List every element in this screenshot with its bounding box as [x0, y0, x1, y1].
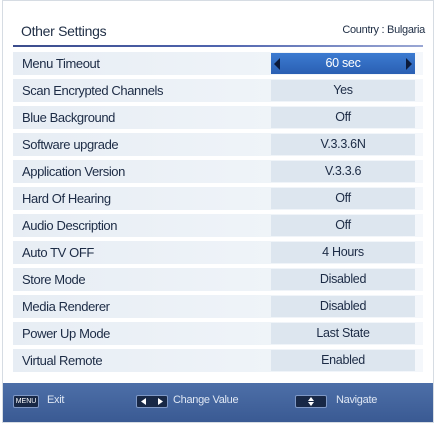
setting-value-text: 60 sec	[325, 56, 361, 70]
setting-label: Virtual Remote	[22, 353, 103, 368]
settings-panel: Other Settings Country : Bulgaria Menu T…	[2, 0, 434, 423]
setting-label: Power Up Mode	[22, 326, 111, 341]
setting-value[interactable]: Last State	[271, 323, 415, 344]
setting-row-auto-tv-off[interactable]: Auto TV OFF 4 Hours	[13, 241, 423, 264]
arrow-left-icon[interactable]	[274, 58, 280, 70]
setting-label: Software upgrade	[22, 137, 119, 152]
menu-key-icon: MENU	[13, 395, 39, 408]
setting-value[interactable]: Disabled	[271, 269, 415, 290]
setting-label: Scan Encrypted Channels	[22, 83, 164, 98]
setting-row-power-up-mode[interactable]: Power Up Mode Last State	[13, 322, 423, 345]
setting-row-menu-timeout[interactable]: Menu Timeout 60 sec	[13, 52, 423, 75]
setting-label: Auto TV OFF	[22, 245, 94, 260]
setting-row-store-mode[interactable]: Store Mode Disabled	[13, 268, 423, 291]
settings-list: Menu Timeout 60 sec Scan Encrypted Chann…	[13, 52, 423, 376]
arrow-right-icon[interactable]	[406, 58, 412, 70]
setting-label: Menu Timeout	[22, 56, 100, 71]
left-right-key-icon	[136, 395, 168, 408]
up-down-key-icon	[295, 395, 327, 408]
setting-row-scan-encrypted[interactable]: Scan Encrypted Channels Yes	[13, 79, 423, 102]
setting-value[interactable]: Enabled	[271, 350, 415, 371]
change-value-hint[interactable]: Change Value	[173, 394, 239, 406]
setting-label: Blue Background	[22, 110, 116, 125]
menu-key-text: MENU	[15, 398, 37, 405]
setting-row-blue-background[interactable]: Blue Background Off	[13, 106, 423, 129]
setting-row-software-upgrade[interactable]: Software upgrade V.3.3.6N	[13, 133, 423, 156]
setting-row-hard-of-hearing[interactable]: Hard Of Hearing Off	[13, 187, 423, 210]
setting-value[interactable]: Off	[271, 107, 415, 128]
setting-value[interactable]: V.3.3.6	[271, 161, 415, 182]
setting-label: Media Renderer	[22, 299, 110, 314]
setting-label: Application Version	[22, 164, 125, 179]
setting-value[interactable]: Off	[271, 215, 415, 236]
setting-label: Store Mode	[22, 272, 86, 287]
setting-value[interactable]: V.3.3.6N	[271, 134, 415, 155]
setting-value[interactable]: Disabled	[271, 296, 415, 317]
setting-row-audio-description[interactable]: Audio Description Off	[13, 214, 423, 237]
navigate-hint[interactable]: Navigate	[336, 394, 377, 406]
header-divider	[13, 45, 423, 47]
setting-value[interactable]: Off	[271, 188, 415, 209]
page-title: Other Settings	[21, 23, 107, 39]
footer-hint-bar: MENU Exit Change Value Navigate	[3, 383, 433, 422]
setting-row-virtual-remote[interactable]: Virtual Remote Enabled	[13, 349, 423, 372]
setting-label: Hard Of Hearing	[22, 191, 111, 206]
header: Other Settings Country : Bulgaria	[3, 1, 433, 47]
setting-row-application-version[interactable]: Application Version V.3.3.6	[13, 160, 423, 183]
country-label: Country : Bulgaria	[342, 24, 425, 36]
setting-value-selected[interactable]: 60 sec	[271, 53, 415, 74]
setting-value[interactable]: 4 Hours	[271, 242, 415, 263]
setting-row-media-renderer[interactable]: Media Renderer Disabled	[13, 295, 423, 318]
setting-label: Audio Description	[22, 218, 118, 233]
exit-hint[interactable]: Exit	[47, 394, 64, 406]
setting-value[interactable]: Yes	[271, 80, 415, 101]
